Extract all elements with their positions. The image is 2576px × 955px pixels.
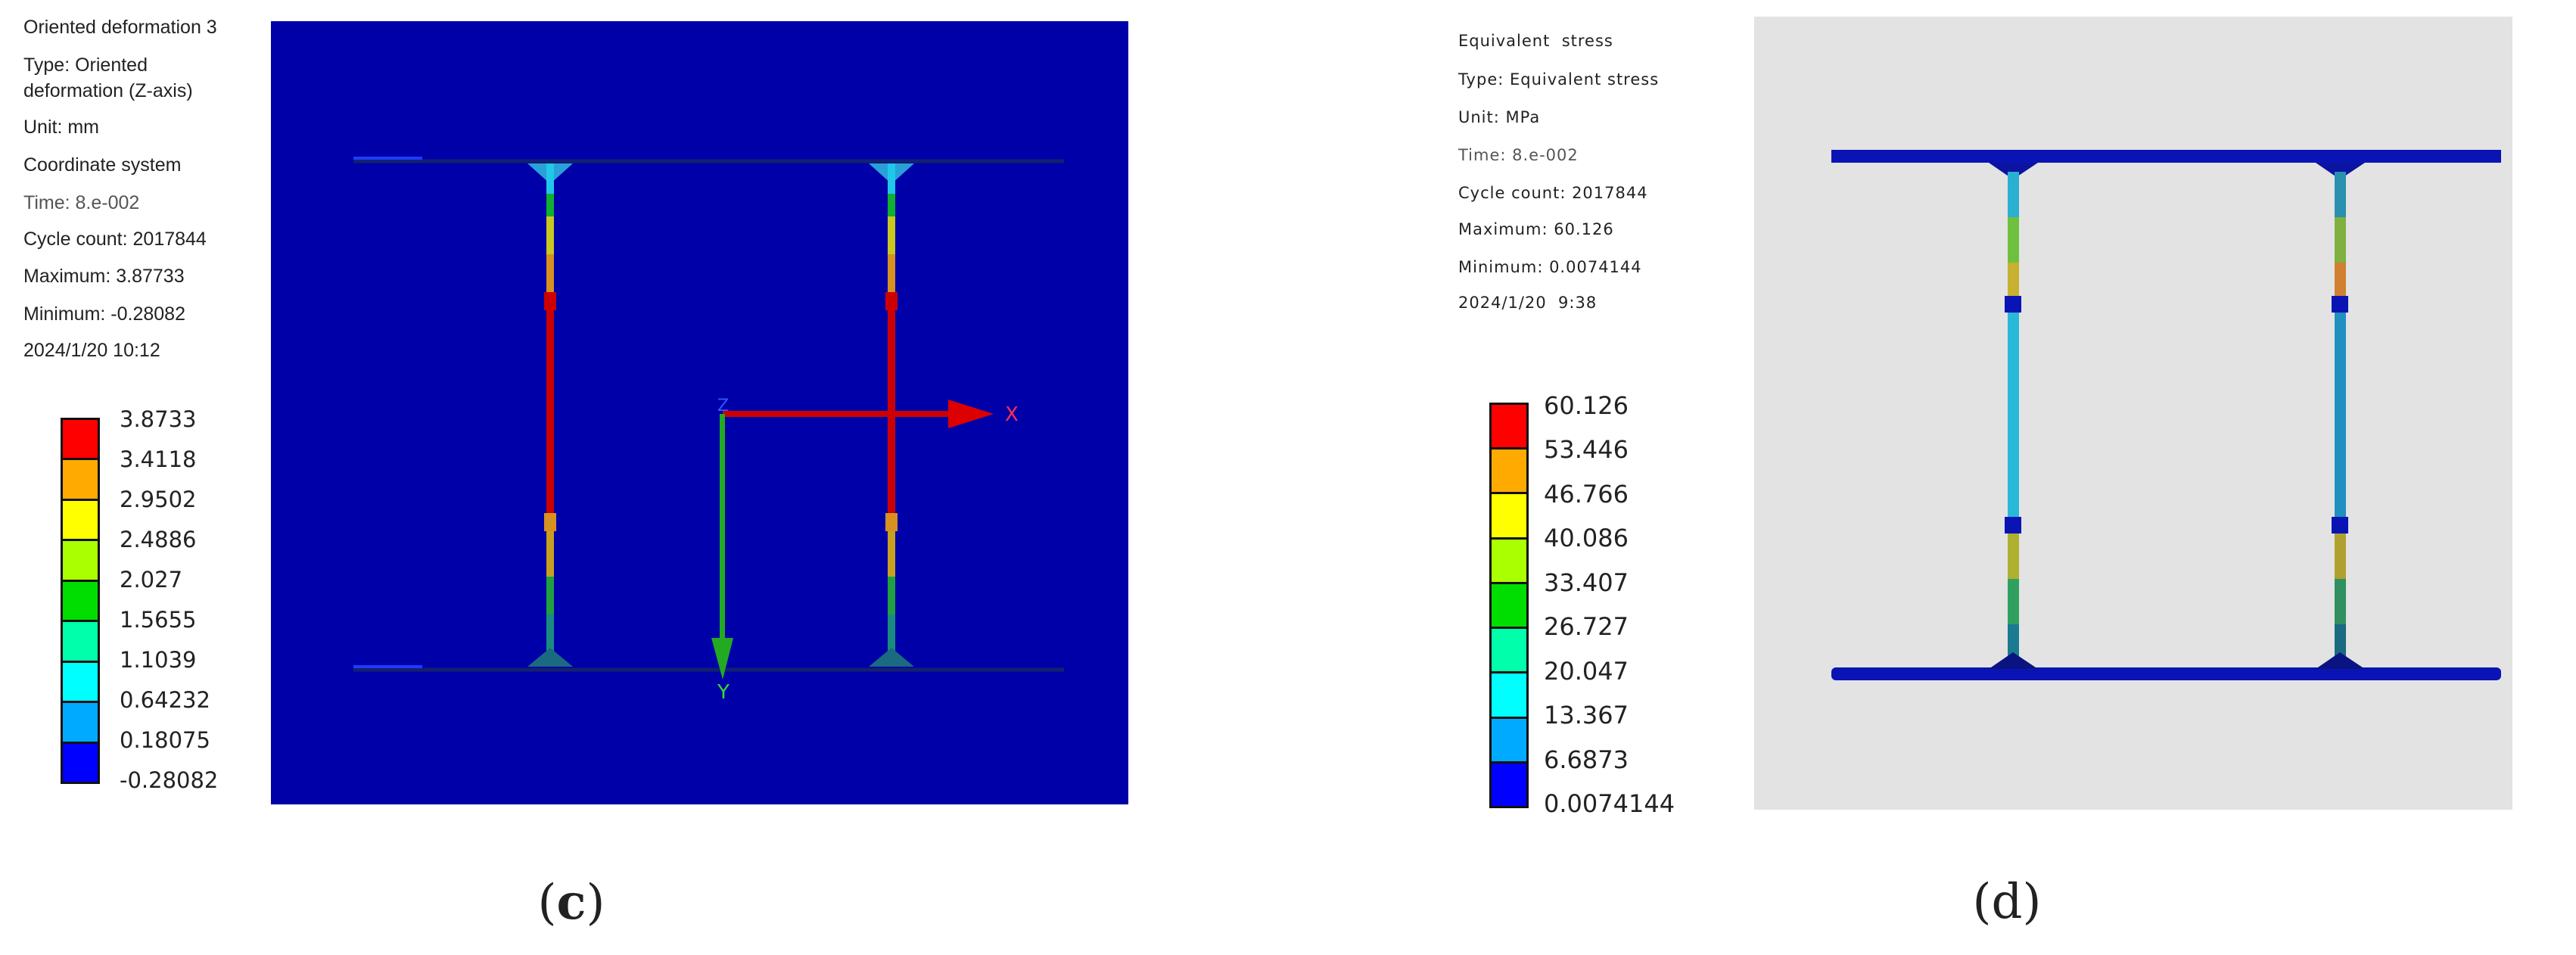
top-beam	[1831, 150, 2501, 163]
result-unit: Unit: mm	[23, 117, 99, 138]
result-minimum: Minimum: -0.28082	[23, 303, 185, 325]
result-minimum: Minimum: 0.0074144	[1458, 258, 1642, 276]
result-date: 2024/1/20 9:38	[1458, 294, 1598, 312]
result-type: Type: Equivalent stress	[1458, 70, 1660, 89]
panel-d-viewport	[1754, 17, 2512, 810]
legend-label: 33.407	[1544, 568, 1629, 597]
legend-label: 6.6873	[1544, 745, 1629, 774]
legend-swatch	[63, 743, 98, 782]
legend-swatch	[63, 460, 98, 501]
panel-c-viewport: X Y Z	[271, 21, 1128, 804]
bottom-beam	[1831, 667, 2501, 680]
caption-paren-open: (	[537, 875, 557, 931]
legend-swatch	[1492, 494, 1526, 540]
result-title: Equivalent stress	[1458, 32, 1613, 50]
legend-label: 46.766	[1544, 480, 1629, 509]
legend-swatch	[1492, 405, 1526, 450]
panel-c-caption: (c)	[538, 874, 605, 931]
legend-label: 60.126	[1544, 391, 1629, 420]
x-axis-label: X	[1005, 403, 1019, 426]
caption-paren-close: )	[586, 875, 605, 931]
viewport-background	[271, 21, 1128, 804]
panel-d-caption: (d)	[1973, 874, 2042, 930]
legend-label: 53.446	[1544, 435, 1629, 464]
legend-label: 0.64232	[120, 687, 210, 713]
result-title: Oriented deformation 3	[23, 17, 217, 38]
caption-letter: c	[556, 874, 586, 931]
result-type: Type: Oriented	[23, 54, 148, 76]
legend-label: 13.367	[1544, 701, 1629, 729]
legend-label: 20.047	[1544, 657, 1629, 686]
result-time: Time: 8.e-002	[23, 192, 140, 213]
z-axis-label: Z	[717, 397, 729, 415]
legend-label: 3.4118	[120, 446, 197, 472]
result-date: 2024/1/20 10:12	[23, 340, 160, 361]
legend-swatch	[1492, 718, 1526, 764]
panel-d-legend-bar	[1489, 403, 1529, 808]
legend-swatch	[1492, 539, 1526, 584]
legend-swatch	[63, 420, 98, 461]
viewport-background	[1754, 17, 2512, 810]
result-type-cont: deformation (Z-axis)	[23, 80, 193, 101]
legend-label: 0.0074144	[1544, 789, 1675, 818]
result-coord-system: Coordinate system	[23, 154, 182, 176]
legend-swatch	[63, 703, 98, 744]
legend-swatch	[63, 622, 98, 663]
result-time: Time: 8.e-002	[1458, 146, 1579, 164]
result-maximum: Maximum: 60.126	[1458, 220, 1614, 238]
legend-label: 2.9502	[120, 487, 197, 512]
legend-label: 2.4886	[120, 527, 197, 552]
panel-c-legend-bar	[61, 418, 100, 784]
legend-swatch	[1492, 673, 1526, 719]
legend-swatch	[1492, 450, 1526, 495]
result-maximum: Maximum: 3.87733	[23, 266, 185, 287]
legend-label: 40.086	[1544, 524, 1629, 552]
legend-swatch	[1492, 763, 1526, 806]
legend-label: 2.027	[120, 567, 183, 593]
result-cycle-count: Cycle count: 2017844	[23, 229, 207, 250]
legend-label: 0.18075	[120, 727, 210, 753]
caption-letter: d	[1991, 874, 2023, 930]
legend-label: 1.1039	[120, 647, 197, 673]
legend-swatch	[63, 581, 98, 623]
legend-label: 3.8733	[120, 406, 197, 432]
result-unit: Unit: MPa	[1458, 108, 1541, 126]
legend-swatch	[63, 662, 98, 704]
y-axis-label: Y	[717, 681, 730, 704]
legend-swatch	[1492, 583, 1526, 630]
legend-label: -0.28082	[120, 767, 219, 793]
legend-swatch	[1492, 629, 1526, 674]
caption-paren-open: (	[1972, 874, 1992, 930]
legend-label: 1.5655	[120, 607, 197, 633]
legend-swatch	[63, 541, 98, 582]
result-cycle-count: Cycle count: 2017844	[1458, 184, 1648, 202]
legend-swatch	[63, 500, 98, 542]
legend-label: 26.727	[1544, 612, 1629, 641]
caption-paren-close: )	[2022, 874, 2042, 930]
